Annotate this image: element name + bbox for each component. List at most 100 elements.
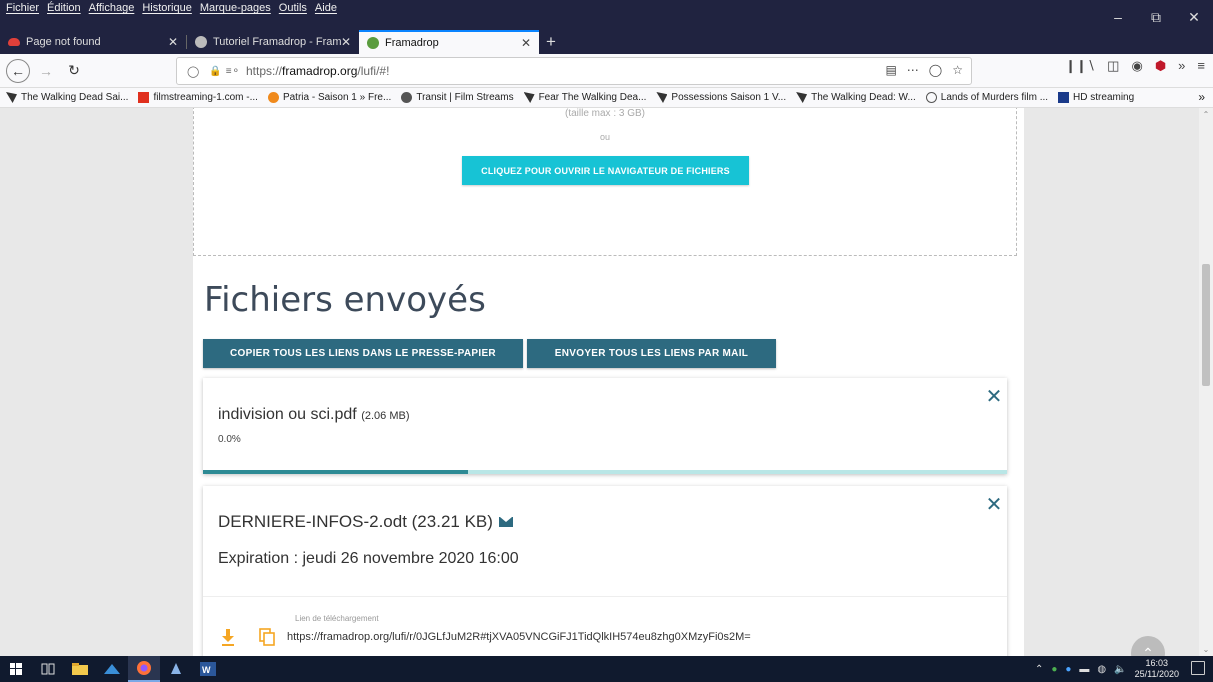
ublock-icon[interactable]: ⬢ <box>1155 58 1166 74</box>
permissions-icon[interactable]: ≡⚬ <box>226 66 240 77</box>
menu-outils[interactable]: Outils <box>279 2 307 20</box>
forward-arrow-icon[interactable]: → <box>34 59 58 83</box>
wifi-icon[interactable]: ◍ <box>1097 664 1106 675</box>
page-scrollbar[interactable]: ⌃ ⌄ <box>1199 108 1213 656</box>
url-path: /lufi/#! <box>357 64 390 78</box>
minimize-icon[interactable]: – <box>1099 0 1137 34</box>
word-icon[interactable]: W <box>192 656 224 682</box>
windows-start-icon[interactable] <box>0 656 32 682</box>
tab-page-not-found[interactable]: Page not found ✕ <box>0 30 186 54</box>
svg-text:W: W <box>202 665 211 675</box>
scroll-to-top-button[interactable]: ⌃ <box>1131 636 1165 656</box>
close-window-icon[interactable]: ✕ <box>1175 0 1213 34</box>
bookmark-favicon-icon <box>796 92 808 103</box>
reader-view-icon[interactable]: ▤ <box>885 63 896 77</box>
bookmark-item[interactable]: Patria - Saison 1 » Fre... <box>267 92 391 103</box>
bookmark-favicon-icon <box>523 92 535 103</box>
browser-titlebar: Fichier Édition Affichage Historique Mar… <box>0 0 1213 54</box>
app-icon[interactable] <box>96 656 128 682</box>
tab-title: Page not found <box>26 36 101 48</box>
menu-aide[interactable]: Aide <box>315 2 337 20</box>
progress-fill <box>203 470 469 474</box>
menu-affichage[interactable]: Affichage <box>89 2 135 20</box>
bookmarks-overflow-icon[interactable]: » <box>1198 90 1205 104</box>
url-host: framadrop.org <box>282 64 358 78</box>
bookmark-favicon-icon <box>1058 92 1070 103</box>
download-icon[interactable] <box>221 628 235 646</box>
file-explorer-icon[interactable] <box>64 656 96 682</box>
close-icon[interactable]: ✕ <box>985 492 1003 517</box>
navigation-bar: ← → ↻ ◯ 🔒 ≡⚬ https://framadrop.org/lufi/… <box>0 54 1213 88</box>
page-title: Fichiers envoyés <box>204 280 486 320</box>
clock[interactable]: 16:03 25/11/2020 <box>1135 658 1179 680</box>
download-link[interactable]: https://framadrop.org/lufi/r/0JGLfJuM2R#… <box>287 631 751 643</box>
bookmark-item[interactable]: Transit | Film Streams <box>401 92 514 103</box>
hamburger-menu-icon[interactable]: ≡ <box>1197 58 1205 74</box>
reload-icon[interactable]: ↻ <box>62 59 86 83</box>
upload-card: ✕ indivision ou sci.pdf (2.06 MB) 0.0% <box>203 378 1007 474</box>
shield-icon[interactable]: ◯ <box>187 65 199 78</box>
menu-marque-pages[interactable]: Marque-pages <box>200 2 271 20</box>
library-icon[interactable]: ❙❙∖ <box>1065 58 1095 74</box>
menu-historique[interactable]: Historique <box>142 2 192 20</box>
bookmark-item[interactable]: The Walking Dead Sai... <box>6 92 128 103</box>
new-tab-icon[interactable]: + <box>539 30 563 54</box>
toolbar-right: ❙❙∖ ◫ ◉ ⬢ » ≡ <box>1065 58 1213 74</box>
menu-edition[interactable]: Édition <box>47 2 81 20</box>
battery-icon[interactable]: ▬ <box>1079 664 1089 675</box>
browse-files-button[interactable]: CLIQUEZ POUR OUVRIR LE NAVIGATEUR DE FIC… <box>462 156 749 185</box>
close-tab-icon[interactable]: ✕ <box>168 35 178 49</box>
scroll-up-icon[interactable]: ⌃ <box>1199 110 1213 119</box>
framatut-favicon-icon <box>195 36 207 48</box>
close-tab-icon[interactable]: ✕ <box>341 35 351 49</box>
tab-tutoriel[interactable]: Tutoriel Framadrop - FramaTut ✕ <box>187 30 359 54</box>
bookmark-item[interactable]: Possessions Saison 1 V... <box>656 92 786 103</box>
bookmark-star-icon[interactable]: ☆ <box>952 63 963 77</box>
lock-icon[interactable]: 🔒 <box>209 66 221 77</box>
chevron-up-icon: ⌃ <box>1142 644 1154 657</box>
system-tray: ⌃ ● ● ▬ ◍ 🔈 16:03 25/11/2020 <box>1035 656 1179 682</box>
tab-title: Tutoriel Framadrop - FramaTut <box>213 36 341 48</box>
back-arrow-icon[interactable]: ← <box>6 58 30 83</box>
restore-icon[interactable]: ⧉ <box>1137 0 1175 34</box>
bluetooth-icon[interactable]: ● <box>1065 664 1071 675</box>
upload-percent: 0.0% <box>218 434 241 445</box>
copy-icon[interactable] <box>259 628 275 646</box>
tray-chevron-icon[interactable]: ⌃ <box>1035 664 1043 675</box>
notifications-icon[interactable] <box>1191 661 1205 675</box>
bookmark-item[interactable]: Fear The Walking Dea... <box>523 92 646 103</box>
task-view-icon[interactable] <box>32 656 64 682</box>
copy-all-links-button[interactable]: COPIER TOUS LES LIENS DANS LE PRESSE-PAP… <box>203 339 523 368</box>
menu-fichier[interactable]: Fichier <box>6 2 39 20</box>
overflow-chevron-icon[interactable]: » <box>1178 58 1185 74</box>
envelope-icon[interactable] <box>498 517 513 527</box>
window-controls: – ⧉ ✕ <box>1099 0 1213 34</box>
bookmark-item[interactable]: HD streaming <box>1058 92 1134 103</box>
scroll-down-icon[interactable]: ⌄ <box>1199 645 1213 654</box>
bookmark-item[interactable]: Lands of Murders film ... <box>925 92 1048 103</box>
bookmark-item[interactable]: The Walking Dead: W... <box>796 92 916 103</box>
bookmark-item[interactable]: filmstreaming-1.com -... <box>138 92 258 103</box>
mail-all-links-button[interactable]: ENVOYER TOUS LES LIENS PAR MAIL <box>527 339 776 368</box>
page-actions-icon[interactable]: ⋯ <box>907 63 919 77</box>
tray-app-icon[interactable]: ● <box>1051 664 1057 675</box>
expiration-text: Expiration : jeudi 26 novembre 2020 16:0… <box>218 550 519 567</box>
pocket-icon[interactable]: ◯ <box>929 63 942 77</box>
close-icon[interactable]: ✕ <box>985 384 1003 409</box>
firefox-icon[interactable] <box>128 656 160 682</box>
tab-framadrop[interactable]: Framadrop ✕ <box>359 30 539 54</box>
upload-dropzone[interactable]: (taille max : 3 GB) ou CLIQUEZ POUR OUVR… <box>193 108 1017 256</box>
file-card: ✕ DERNIERE-INFOS-2.odt (23.21 KB) Expira… <box>203 486 1007 656</box>
close-tab-icon[interactable]: ✕ <box>521 36 531 50</box>
volume-icon[interactable]: 🔈 <box>1114 664 1126 675</box>
windows-taskbar: W ⌃ ● ● ▬ ◍ 🔈 16:03 25/11/2020 <box>0 656 1213 682</box>
app-icon[interactable] <box>160 656 192 682</box>
account-icon[interactable]: ◉ <box>1131 58 1142 74</box>
file-size: (2.06 MB) <box>361 410 410 422</box>
tab-strip: Page not found ✕ Tutoriel Framadrop - Fr… <box>0 30 563 54</box>
address-bar[interactable]: ◯ 🔒 ≡⚬ https://framadrop.org/lufi/#! ▤ ⋯… <box>176 57 972 85</box>
upload-progress-bar <box>203 470 1007 474</box>
scrollbar-thumb[interactable] <box>1202 264 1210 386</box>
sidebar-icon[interactable]: ◫ <box>1107 58 1119 74</box>
menu-bar: Fichier Édition Affichage Historique Mar… <box>6 2 337 20</box>
